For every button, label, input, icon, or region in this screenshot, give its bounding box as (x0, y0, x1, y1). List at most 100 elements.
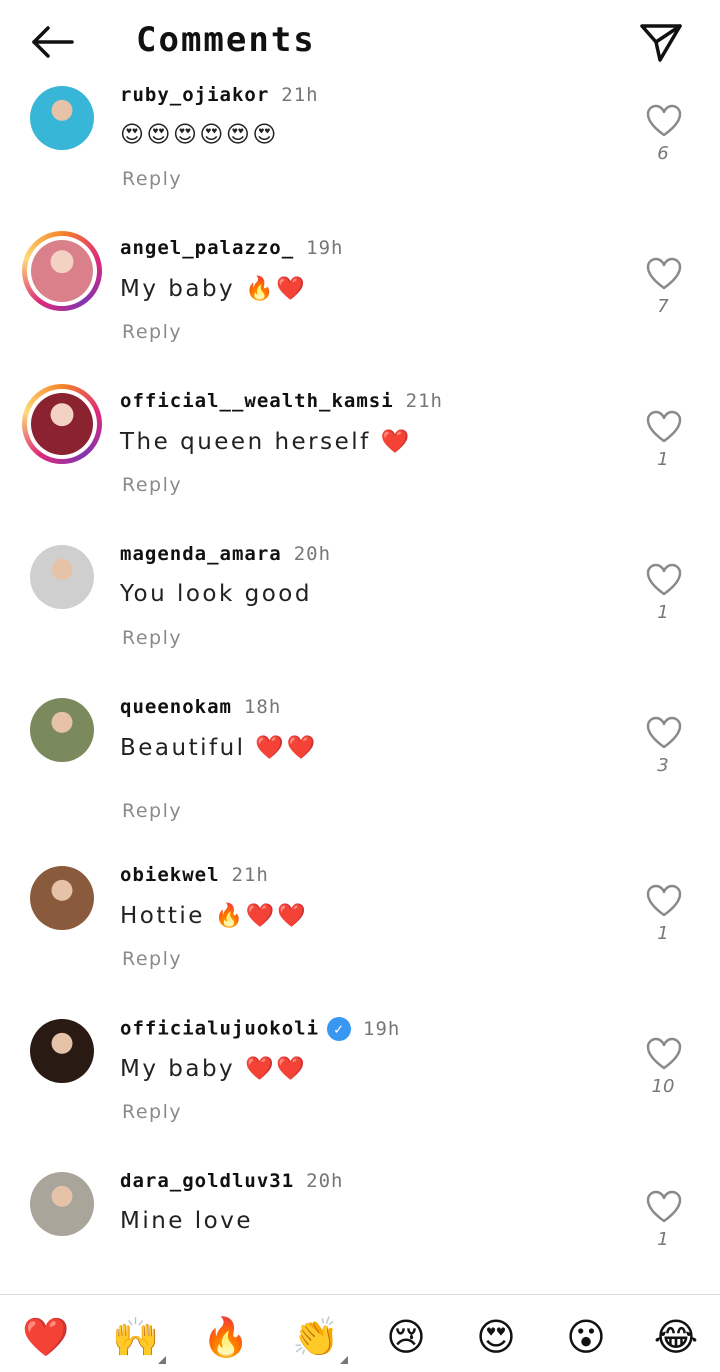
username-link[interactable]: queenokam (120, 696, 232, 718)
comment-timestamp: 19h (306, 237, 344, 259)
username-link[interactable]: dara_goldluv31 (120, 1170, 294, 1192)
avatar-image (30, 866, 94, 930)
heart-outline-icon (646, 884, 682, 917)
comment-item: officialujuokoli ✓ 19h My baby ❤️❤️ Reply 10 (0, 1017, 720, 1169)
comment-timestamp: 18h (243, 696, 282, 718)
comment-item: magenda_amara 20h You look good Reply 1 (0, 543, 720, 695)
like-button[interactable] (646, 1190, 682, 1224)
reaction-fire-icon[interactable]: 🔥 (200, 1313, 252, 1361)
comment-timestamp: 20h (306, 1170, 344, 1192)
reaction-bar: ❤️ 🙌 🔥 👏 😢 😍 😮 😂 (0, 1294, 720, 1372)
like-count: 1 (657, 449, 669, 470)
reaction-clapping-hands-icon[interactable]: 👏 (290, 1313, 342, 1361)
comment-list[interactable]: ruby_ojiakor 21h 😍😍😍😍😍😍 Reply 6 angel_palazzo… (0, 86, 720, 1294)
avatar-image (30, 698, 94, 762)
comment-timestamp: 20h (293, 543, 332, 565)
heart-outline-icon (646, 1190, 682, 1223)
reaction-crying-face-icon[interactable]: 😢 (380, 1313, 432, 1361)
reply-button[interactable]: Reply (122, 168, 182, 190)
username-link[interactable]: officialujuokoli (120, 1018, 319, 1040)
avatar-image (30, 86, 94, 150)
comment-item: obiekwel 21h Hottie 🔥❤️❤️ Reply 1 (0, 864, 720, 1016)
avatar-image (30, 545, 94, 609)
reply-button[interactable]: Reply (122, 474, 182, 496)
like-button[interactable] (646, 410, 682, 444)
avatar[interactable] (30, 698, 94, 762)
reply-button[interactable]: Reply (122, 321, 182, 343)
comment-meta: obiekwel 21h (120, 864, 269, 886)
comment-text: You look good (120, 581, 312, 607)
reply-button[interactable]: Reply (122, 948, 182, 970)
username-link[interactable]: magenda_amara (120, 543, 282, 565)
skin-tone-indicator-icon (340, 1356, 348, 1364)
heart-outline-icon (646, 1037, 682, 1070)
username-link[interactable]: obiekwel (120, 864, 220, 886)
reaction-raised-hands-icon[interactable]: 🙌 (110, 1313, 162, 1361)
page-title: Comments (136, 20, 316, 60)
back-button[interactable] (28, 22, 76, 62)
arrow-left-icon (32, 26, 74, 58)
avatar[interactable] (30, 545, 94, 609)
comment-item: queenokam 18h Beautiful ❤️❤️ Reply 3 (0, 696, 720, 848)
comment-meta: ruby_ojiakor 21h (120, 86, 319, 106)
comment-item: ruby_ojiakor 21h 😍😍😍😍😍😍 Reply 6 (0, 86, 720, 236)
comment-meta: dara_goldluv31 20h (120, 1170, 343, 1192)
comment-timestamp: 21h (231, 864, 269, 886)
avatar[interactable] (30, 1019, 94, 1083)
heart-outline-icon (646, 257, 682, 290)
comment-text: My baby 🔥❤️ (120, 276, 308, 302)
paper-plane-icon (640, 24, 682, 62)
verified-badge-icon: ✓ (327, 1017, 352, 1041)
avatar[interactable] (22, 384, 102, 464)
comment-item: angel_palazzo_ 19h My baby 🔥❤️ Reply 7 (0, 231, 720, 389)
reaction-heart-eyes-icon[interactable]: 😍 (470, 1313, 522, 1361)
like-button[interactable] (646, 1037, 682, 1071)
avatar[interactable] (22, 231, 102, 311)
reaction-tears-of-joy-icon[interactable]: 😂 (650, 1313, 702, 1361)
like-button[interactable] (646, 257, 682, 291)
reply-button[interactable]: Reply (122, 627, 182, 649)
heart-outline-icon (646, 716, 682, 749)
reply-button[interactable]: Reply (122, 1101, 182, 1123)
avatar-image (31, 240, 93, 302)
like-button[interactable] (646, 563, 682, 597)
comment-timestamp: 21h (405, 390, 443, 412)
comment-meta: angel_palazzo_ 19h (120, 237, 343, 259)
reply-button[interactable]: Reply (122, 800, 182, 822)
heart-outline-icon (646, 563, 682, 596)
avatar-image (31, 393, 93, 455)
reaction-heart-icon[interactable]: ❤️ (20, 1313, 72, 1361)
like-count: 1 (657, 1229, 669, 1250)
comment-text: My baby ❤️❤️ (120, 1056, 308, 1082)
skin-tone-indicator-icon (158, 1356, 166, 1364)
like-count: 1 (657, 602, 669, 623)
avatar[interactable] (30, 1172, 94, 1236)
comment-text: Beautiful ❤️❤️ (120, 735, 318, 761)
like-button[interactable] (646, 104, 682, 138)
username-link[interactable]: official__wealth_kamsi (120, 390, 394, 412)
username-link[interactable]: angel_palazzo_ (120, 237, 294, 259)
heart-outline-icon (646, 410, 682, 443)
share-button[interactable] (636, 20, 686, 66)
comment-text: Hottie 🔥❤️❤️ (120, 903, 309, 929)
like-button[interactable] (646, 716, 682, 750)
heart-outline-icon (646, 104, 682, 137)
avatar-image (30, 1172, 94, 1236)
like-count: 10 (651, 1076, 675, 1097)
reaction-surprised-face-icon[interactable]: 😮 (560, 1313, 612, 1361)
avatar-image (30, 1019, 94, 1083)
like-button[interactable] (646, 884, 682, 918)
comment-meta: officialujuokoli ✓ 19h (120, 1017, 400, 1041)
avatar[interactable] (30, 866, 94, 930)
username-link[interactable]: ruby_ojiakor (120, 86, 269, 106)
comment-meta: official__wealth_kamsi 21h (120, 390, 443, 412)
avatar[interactable] (30, 86, 94, 150)
comment-text: The queen herself ❤️ (120, 429, 412, 455)
comment-text: 😍😍😍😍😍😍 (120, 122, 279, 148)
like-count: 6 (657, 143, 669, 164)
like-count: 7 (657, 296, 669, 317)
comment-meta: queenokam 18h (120, 696, 281, 718)
like-count: 3 (657, 755, 669, 776)
like-count: 1 (657, 923, 669, 944)
comment-text: Mine love (120, 1208, 253, 1234)
